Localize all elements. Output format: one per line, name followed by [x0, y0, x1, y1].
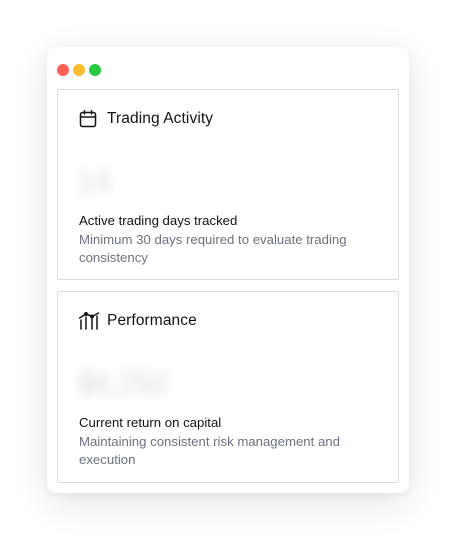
close-window-button[interactable]: [57, 64, 69, 76]
metric-label: Active trading days tracked: [79, 213, 238, 228]
metric-description: Maintaining consistent risk management a…: [79, 434, 340, 467]
metric-label: Current return on capital: [79, 415, 222, 430]
metric-value: 14: [78, 166, 111, 198]
zoom-window-button[interactable]: [89, 64, 101, 76]
card-title: Trading Activity: [107, 110, 214, 127]
performance-card: Performance $6,250 Current return on cap…: [57, 291, 399, 483]
minimize-window-button[interactable]: [73, 64, 85, 76]
metric-value: $6,250: [78, 368, 167, 400]
card-header: Trading Activity: [78, 108, 213, 130]
card-header: Performance: [78, 310, 197, 332]
metric-description: Minimum 30 days required to evaluate tra…: [79, 232, 347, 265]
app-window: Trading Activity 14 Active trading days …: [47, 47, 409, 493]
window-titlebar: [47, 47, 409, 91]
line-chart-icon: [78, 311, 100, 331]
calendar-icon: [78, 109, 98, 129]
card-title: Performance: [107, 312, 197, 329]
trading-activity-card: Trading Activity 14 Active trading days …: [57, 89, 399, 280]
